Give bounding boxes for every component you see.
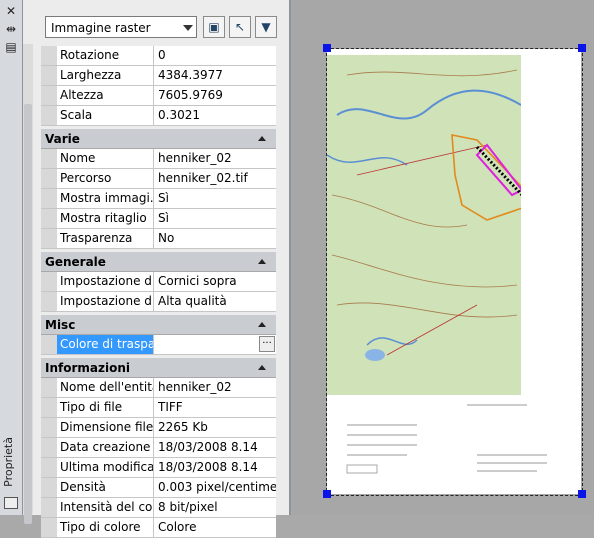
palette-resize-icon[interactable] <box>4 497 18 509</box>
grip-handle-top-left[interactable] <box>323 44 331 52</box>
scrollbar-thumb[interactable] <box>24 104 32 524</box>
collapse-icon[interactable] <box>258 322 266 327</box>
property-row[interactable]: Tipo di file TIFF <box>41 398 276 418</box>
property-value[interactable]: Sì <box>155 209 276 228</box>
category-title: Misc <box>45 318 76 332</box>
property-value[interactable]: Cornici sopra <box>155 272 276 291</box>
property-name: Rotazione <box>57 46 154 65</box>
property-row[interactable]: Nome henniker_02 <box>41 149 276 169</box>
object-type-value: Immagine raster <box>51 21 151 35</box>
property-name: Data creazione <box>57 438 154 457</box>
property-name: Tipo di colore <box>57 518 154 537</box>
chevron-down-icon <box>183 25 193 31</box>
property-value[interactable]: Alta qualità <box>155 292 276 311</box>
property-row[interactable]: Rotazione 0 <box>41 46 276 66</box>
category-title: Informazioni <box>45 361 130 375</box>
properties-toolbar: Immagine raster ▣ ↖ ▼ <box>45 16 285 42</box>
property-value[interactable]: henniker_02 <box>155 378 276 397</box>
property-grid: Rotazione 0 Larghezza 4384.3977 Altezza 760… <box>41 46 276 538</box>
property-name: Impostazione d... <box>57 292 154 311</box>
pickadd-icon[interactable]: ▣ <box>203 16 225 38</box>
property-row-selected[interactable]: Colore di traspa... ··· <box>41 335 276 355</box>
property-row[interactable]: Ultima modifica 18/03/2008 8.14 <box>41 458 276 478</box>
property-value[interactable]: 18/03/2008 8.14 <box>155 438 276 457</box>
property-row[interactable]: Larghezza 4384.3977 <box>41 66 276 86</box>
property-row[interactable]: Dimensione file 2265 Kb <box>41 418 276 438</box>
grip-handle-bottom-left[interactable] <box>323 490 331 498</box>
property-name: Trasparenza <box>57 229 154 248</box>
property-value[interactable]: 4384.3977 <box>155 66 276 85</box>
property-name: Nome dell'entità <box>57 378 154 397</box>
ellipsis-button[interactable]: ··· <box>259 336 275 352</box>
property-value[interactable]: 2265 Kb <box>155 418 276 437</box>
category-title: Generale <box>45 255 106 269</box>
raster-selection-frame <box>326 48 583 496</box>
property-value[interactable]: 8 bit/pixel <box>155 498 276 517</box>
grip-handle-top-right[interactable] <box>578 44 586 52</box>
property-name: Mostra immagi... <box>57 189 154 208</box>
property-name: Ultima modifica <box>57 458 154 477</box>
palette-title: Proprietà <box>2 437 15 487</box>
property-value[interactable]: TIFF <box>155 398 276 417</box>
category-header-misc[interactable]: Misc <box>41 315 276 335</box>
category-header-generale[interactable]: Generale <box>41 252 276 272</box>
collapse-icon[interactable] <box>258 136 266 141</box>
collapse-icon[interactable] <box>258 365 266 370</box>
property-row[interactable]: Percorso henniker_02.tif <box>41 169 276 189</box>
scrollbar[interactable] <box>23 44 33 524</box>
property-row[interactable]: Impostazione d... Alta qualità <box>41 292 276 312</box>
category-header-varie[interactable]: Varie <box>41 129 276 149</box>
property-value[interactable]: 0.3021 <box>155 106 276 125</box>
quick-select-icon[interactable]: ▼ <box>255 16 277 38</box>
property-name: Larghezza <box>57 66 154 85</box>
property-name: Tipo di file <box>57 398 154 417</box>
properties-panel: Immagine raster ▣ ↖ ▼ Rotazione 0 Larghez… <box>23 0 291 538</box>
drawing-canvas[interactable] <box>292 0 594 515</box>
property-name: Impostazione d... <box>57 272 154 291</box>
property-row[interactable]: Scala 0.3021 <box>41 106 276 126</box>
property-value[interactable]: 7605.9769 <box>155 86 276 105</box>
property-name: Scala <box>57 106 154 125</box>
property-name: Mostra ritaglio <box>57 209 154 228</box>
property-name: Altezza <box>57 86 154 105</box>
category-header-informazioni[interactable]: Informazioni <box>41 358 276 378</box>
properties-menu-icon[interactable]: ▤ <box>3 40 19 54</box>
property-name: Densità <box>57 478 154 497</box>
property-name: Percorso <box>57 169 154 188</box>
property-row[interactable]: Mostra immagi... Sì <box>41 189 276 209</box>
property-row[interactable]: Altezza 7605.9769 <box>41 86 276 106</box>
property-row[interactable]: Data creazione 18/03/2008 8.14 <box>41 438 276 458</box>
property-name: Dimensione file <box>57 418 154 437</box>
property-row[interactable]: Nome dell'entità henniker_02 <box>41 378 276 398</box>
property-row[interactable]: Intensità del col...8 bit/pixel <box>41 498 276 518</box>
autohide-icon[interactable]: ⇹ <box>3 22 19 36</box>
close-icon[interactable]: ✕ <box>3 4 19 18</box>
category-title: Varie <box>45 132 80 146</box>
property-value[interactable]: Sì <box>155 189 276 208</box>
property-value[interactable]: 0.003 pixel/centimet... <box>155 478 276 497</box>
select-objects-icon[interactable]: ↖ <box>229 16 251 38</box>
property-row[interactable]: Trasparenza No <box>41 229 276 249</box>
palette-titlebar: ✕ ⇹ ▤ Proprietà <box>0 0 23 515</box>
object-type-select[interactable]: Immagine raster <box>45 16 197 38</box>
property-value[interactable]: Colore <box>155 518 276 537</box>
grip-handle-bottom-right[interactable] <box>578 490 586 498</box>
property-name: Colore di traspa... <box>57 335 154 354</box>
property-row[interactable]: Impostazione d... Cornici sopra <box>41 272 276 292</box>
property-value[interactable]: No <box>155 229 276 248</box>
property-row[interactable]: Mostra ritaglio Sì <box>41 209 276 229</box>
property-name: Intensità del col... <box>57 498 154 517</box>
property-value[interactable]: henniker_02.tif <box>155 169 276 188</box>
property-value[interactable]: 0 <box>155 46 276 65</box>
property-row[interactable]: Tipo di colore Colore <box>41 518 276 538</box>
property-value[interactable]: 18/03/2008 8.14 <box>155 458 276 477</box>
property-value[interactable] <box>155 335 276 354</box>
collapse-icon[interactable] <box>258 259 266 264</box>
property-value[interactable]: henniker_02 <box>155 149 276 168</box>
property-row[interactable]: Densità0.003 pixel/centimet... <box>41 478 276 498</box>
property-name: Nome <box>57 149 154 168</box>
